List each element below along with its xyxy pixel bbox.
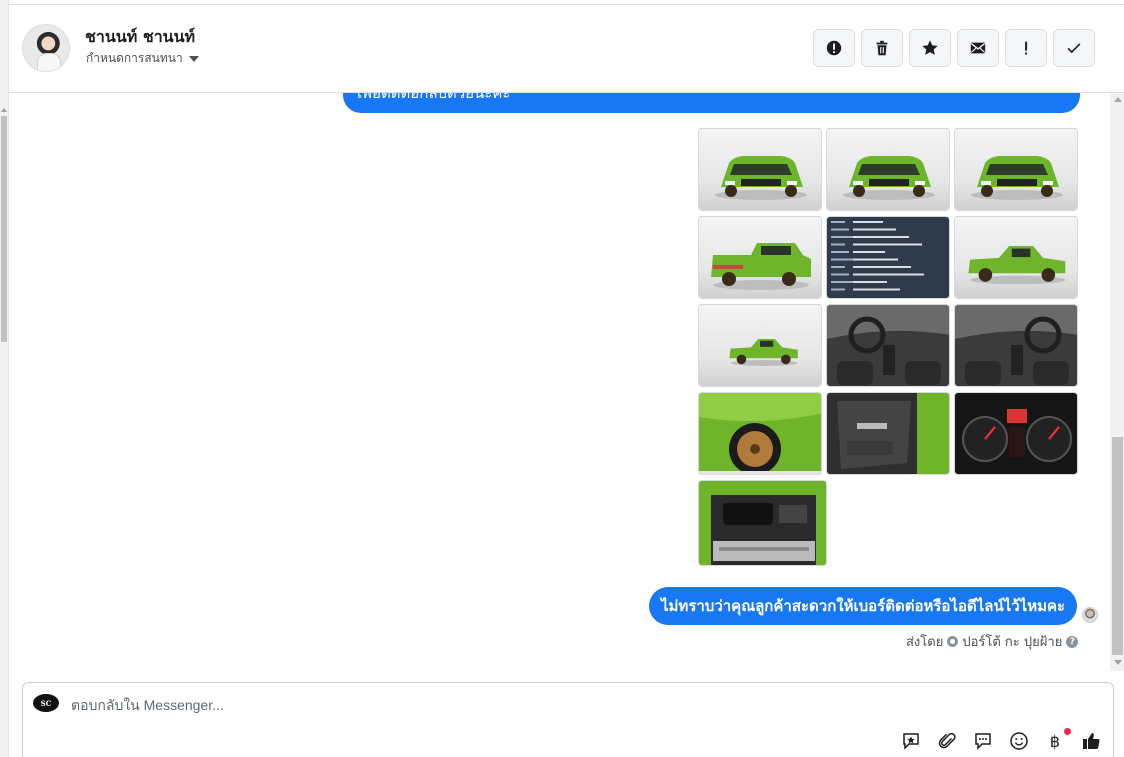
mark-spam-button[interactable] xyxy=(813,29,855,67)
attach-button[interactable] xyxy=(935,729,959,753)
quick-reply-button[interactable] xyxy=(971,729,995,753)
photo-car-side[interactable] xyxy=(954,216,1078,299)
page-avatar: SC xyxy=(33,694,59,712)
photo-car-rear[interactable] xyxy=(698,216,822,299)
mark-unread-button[interactable] xyxy=(957,29,999,67)
photo-car-front-34[interactable] xyxy=(698,128,822,211)
thumbs-up-icon xyxy=(1083,733,1100,750)
reply-composer: SC ฿ xyxy=(22,682,1114,757)
outer-scrollbar[interactable] xyxy=(0,0,9,757)
message-text-partial: เพื่อติดต่อกลับด้วยนะคะ xyxy=(357,93,511,102)
follow-up-button[interactable] xyxy=(1005,29,1047,67)
mark-done-button[interactable] xyxy=(1053,29,1095,67)
thread-scroll-up-arrow[interactable] xyxy=(1114,97,1122,102)
photo-wheel[interactable] xyxy=(698,392,822,475)
star-icon xyxy=(922,40,938,55)
sender-icon xyxy=(947,636,959,647)
check-icon xyxy=(1067,43,1081,54)
outer-scroll-thumb[interactable] xyxy=(1,116,7,342)
chat-bubble-icon xyxy=(975,733,991,750)
reply-input[interactable] xyxy=(71,692,771,718)
paperclip-icon xyxy=(938,732,956,749)
thread-scroll-thumb[interactable] xyxy=(1112,437,1123,655)
trash-icon xyxy=(876,40,888,56)
photo-engine-bay[interactable] xyxy=(698,480,827,566)
baht-icon: ฿ xyxy=(1049,731,1061,751)
smiley-icon xyxy=(1010,732,1028,750)
payment-button[interactable]: ฿ xyxy=(1043,728,1071,753)
assign-conversation-label: กำหนดการสนทนา xyxy=(86,51,183,65)
thread-scroll-down-arrow[interactable] xyxy=(1114,660,1122,665)
caret-down-icon xyxy=(188,56,199,62)
sent-by-label: ส่งโดย xyxy=(906,635,944,650)
seen-avatar xyxy=(1082,607,1098,623)
assign-conversation-dropdown[interactable]: กำหนดการสนทนา xyxy=(86,49,199,68)
photo-car-front[interactable] xyxy=(826,128,950,211)
delete-button[interactable] xyxy=(861,29,903,67)
contact-name[interactable]: ชานนท์ ชานนท์ xyxy=(85,25,195,50)
message-text: ไม่ทราบว่าคุณลูกค้าสะดวกให้เบอร์ติดต่อหร… xyxy=(661,597,1066,615)
photo-car-front-34-b[interactable] xyxy=(954,128,1078,211)
notification-dot xyxy=(1064,728,1071,735)
photo-gear-shift[interactable] xyxy=(826,304,950,387)
message-bubble[interactable]: ไม่ทราบว่าคุณลูกค้าสะดวกให้เบอร์ติดต่อหร… xyxy=(649,587,1078,625)
thread-scrollbar[interactable] xyxy=(1110,93,1124,671)
report-icon xyxy=(826,40,842,56)
photo-gauge-cluster[interactable] xyxy=(954,392,1078,475)
photo-car-side-far[interactable] xyxy=(698,304,822,387)
outer-scroll-up-arrow[interactable] xyxy=(1,108,7,112)
like-button[interactable] xyxy=(1079,729,1103,753)
emoji-button[interactable] xyxy=(1007,729,1031,753)
page-logo-text: SC xyxy=(40,698,52,708)
exclamation-icon xyxy=(1025,41,1028,55)
composer-tools: ฿ xyxy=(899,728,1103,753)
header-actions xyxy=(813,29,1095,67)
contact-avatar[interactable] xyxy=(22,24,70,72)
star-button[interactable] xyxy=(909,29,951,67)
sender-name[interactable]: ปอร์โต้ กะ ปุยฝ้าย xyxy=(962,631,1062,652)
message-thread: เพื่อติดต่อกลับด้วยนะคะ ไม่ทราบว่าคุณลูก… xyxy=(9,93,1124,671)
sent-by-line: ส่งโดย ปอร์โต้ กะ ปุยฝ้าย ? xyxy=(906,631,1079,652)
mail-icon xyxy=(970,42,986,54)
photo-spec-sheet[interactable] xyxy=(826,216,950,299)
messenger-inbox: ชานนท์ ชานนท์ กำหนดการสนทนา เพื่อติดต่อก… xyxy=(0,0,1124,757)
saved-reply-icon xyxy=(903,733,919,750)
photo-dashboard[interactable] xyxy=(954,304,1078,387)
saved-reply-button[interactable] xyxy=(899,729,923,753)
photo-door-panel[interactable] xyxy=(826,392,950,475)
conversation-header: ชานนท์ ชานนท์ กำหนดการสนทนา xyxy=(9,4,1124,93)
help-icon[interactable]: ? xyxy=(1066,635,1079,648)
message-bubble-partial: เพื่อติดต่อกลับด้วยนะคะ xyxy=(343,93,1080,113)
